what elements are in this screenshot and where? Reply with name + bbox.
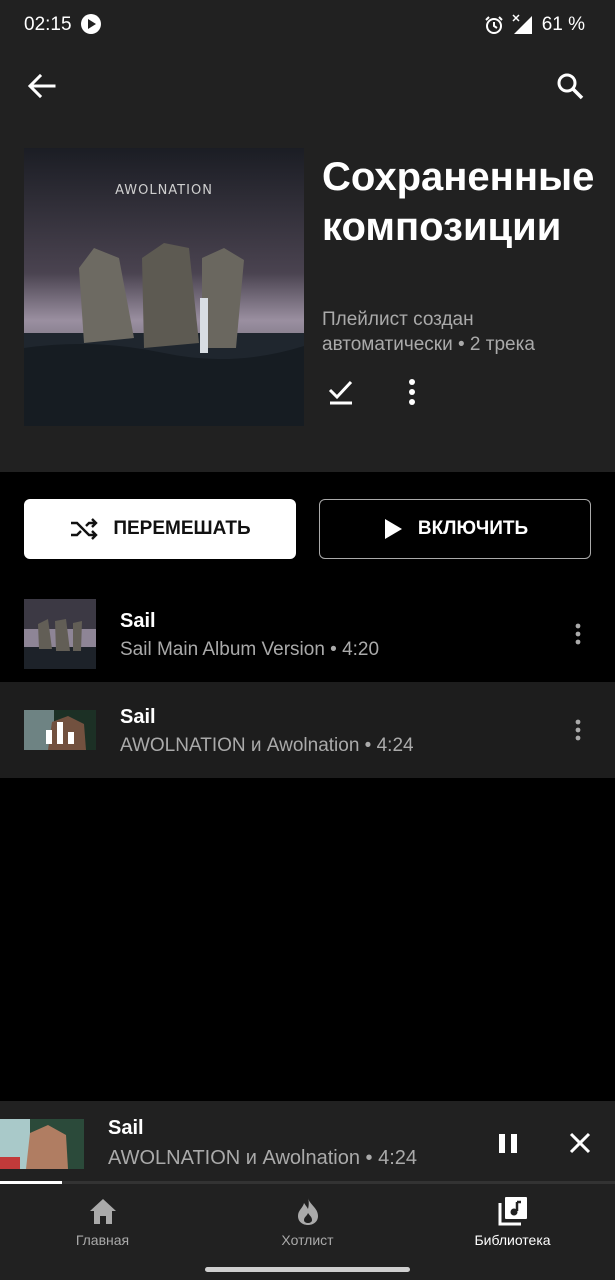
nav-library[interactable]: Библиотека [410, 1192, 615, 1252]
nav-hotlist-label: Хотлист [281, 1232, 334, 1248]
track-row[interactable]: Sail Sail Main Album Version • 4:20 [0, 586, 615, 682]
downloaded-button[interactable] [324, 374, 358, 410]
now-playing-subtitle: AWOLNATION и Awolnation • 4:24 [108, 1147, 418, 1169]
playlist-header: AWOLNATION Сохраненные композиции Плейли… [0, 52, 615, 472]
screen-record-icon [81, 14, 101, 34]
nav-home[interactable]: Главная [0, 1192, 205, 1252]
playlist-cover: AWOLNATION [24, 148, 304, 426]
shuffle-label: ПЕРЕМЕШАТЬ [113, 518, 251, 539]
close-player-button[interactable] [562, 1123, 598, 1163]
flame-icon [297, 1198, 318, 1225]
library-icon [498, 1197, 527, 1226]
search-icon [557, 73, 584, 100]
playlist-menu-button[interactable] [400, 374, 424, 410]
back-button[interactable] [20, 66, 64, 106]
play-label: ВКЛЮЧИТЬ [417, 518, 529, 539]
track-row[interactable]: Sail AWOLNATION и Awolnation • 4:24 [0, 682, 615, 778]
mini-player[interactable]: Sail AWOLNATION и Awolnation • 4:24 [0, 1101, 615, 1184]
playlist-title: Сохраненные композиции [322, 155, 595, 249]
track-menu-button[interactable] [566, 712, 590, 748]
play-icon [384, 519, 402, 539]
pause-icon [499, 1134, 517, 1153]
more-vert-icon [409, 379, 415, 405]
track-subtitle: AWOLNATION и Awolnation • 4:24 [120, 735, 414, 756]
track-thumbnail [24, 710, 96, 750]
status-bar: 02:15 61 % [0, 0, 615, 52]
track-title: Sail [120, 706, 156, 728]
track-subtitle: Sail Main Album Version • 4:20 [120, 639, 380, 660]
svg-text:AWOLNATION: AWOLNATION [115, 183, 213, 198]
track-title: Sail [120, 610, 156, 632]
now-playing-thumbnail [0, 1119, 84, 1169]
arrow-back-icon [27, 73, 56, 99]
status-icons: 61 % [484, 14, 585, 36]
signal-icon [512, 14, 532, 34]
nav-library-label: Библиотека [474, 1232, 551, 1248]
search-button[interactable] [549, 66, 593, 106]
home-icon [89, 1199, 116, 1224]
playlist-subtitle: Плейлист создан автоматически • 2 трека [322, 309, 535, 355]
shuffle-icon [71, 518, 99, 540]
alarm-icon [484, 16, 503, 34]
nav-home-label: Главная [75, 1232, 130, 1248]
shuffle-button[interactable]: ПЕРЕМЕШАТЬ [24, 499, 296, 559]
download-check-icon [328, 380, 353, 405]
gesture-bar[interactable] [205, 1267, 410, 1272]
track-thumbnail [24, 599, 96, 669]
more-vert-icon [575, 623, 581, 645]
now-playing-title: Sail [108, 1117, 144, 1139]
track-menu-button[interactable] [566, 616, 590, 652]
battery-percent: 61 % [541, 14, 585, 35]
play-button[interactable]: ВКЛЮЧИТЬ [319, 499, 591, 559]
pause-button[interactable] [490, 1123, 526, 1163]
status-time: 02:15 [24, 14, 72, 35]
bottom-navigation: Главная Хотлист Библиотека [0, 1184, 615, 1280]
close-icon [569, 1132, 591, 1154]
nav-hotlist[interactable]: Хотлист [205, 1192, 410, 1252]
more-vert-icon [575, 719, 581, 741]
